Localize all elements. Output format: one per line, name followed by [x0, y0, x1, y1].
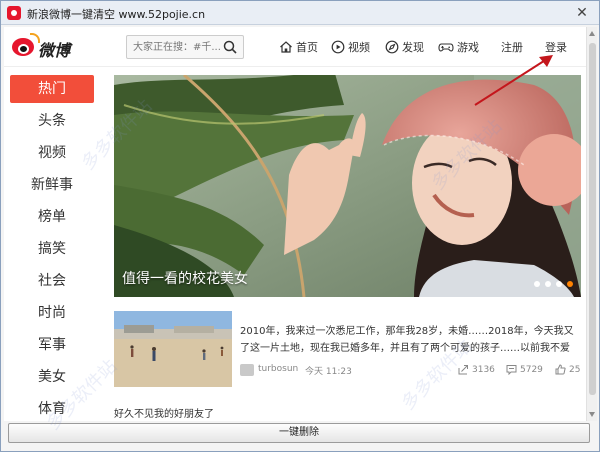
feed-item-text[interactable]: 好久不见我的好朋友了	[114, 405, 214, 420]
like-count: 25	[569, 364, 581, 375]
app-window: 新浪微博一键清空 www.52pojie.cn ✕ 微博 大家正在搜：#千...…	[0, 0, 600, 452]
comment-icon	[506, 365, 517, 375]
home-icon	[280, 41, 292, 53]
scroll-down-arrow-icon[interactable]	[589, 412, 595, 417]
search-icon[interactable]	[223, 40, 237, 54]
vertical-scrollbar[interactable]	[586, 27, 597, 421]
sidebar-item-rankings[interactable]: 榜单	[10, 203, 94, 231]
sidebar-item-fresh[interactable]: 新鲜事	[10, 171, 94, 199]
carousel-dot[interactable]	[556, 281, 562, 287]
nav-video-label: 视频	[348, 41, 370, 54]
title-bar: 新浪微博一键清空 www.52pojie.cn ✕	[1, 1, 599, 25]
window-title: 新浪微博一键清空 www.52pojie.cn	[27, 8, 206, 21]
carousel-dot[interactable]	[545, 281, 551, 287]
sidebar-item-video[interactable]: 视频	[10, 139, 94, 167]
nav-home[interactable]: 首页	[279, 38, 318, 56]
nav-discover[interactable]: 发现	[385, 38, 424, 56]
thumbs-up-icon	[555, 364, 566, 375]
author-name[interactable]: turbosun	[258, 364, 298, 374]
gamepad-icon	[438, 43, 454, 52]
sidebar-item-sports[interactable]: 体育	[10, 395, 94, 421]
carousel-dot[interactable]	[534, 281, 540, 287]
nav-video[interactable]: 视频	[331, 38, 370, 56]
carousel-dots	[534, 281, 573, 287]
scrollbar-thumb[interactable]	[589, 43, 596, 395]
sidebar-item-funny[interactable]: 搞笑	[10, 235, 94, 263]
like-button[interactable]: 25	[555, 364, 580, 375]
feed-item[interactable]: 2010年，我来过一次悉尼工作，那年我28岁，未婚……2018年，今天我又 了这…	[114, 311, 581, 391]
share-icon	[458, 365, 468, 375]
annotation-arrow-icon	[474, 55, 553, 106]
nav-discover-label: 发现	[402, 41, 424, 54]
beach-photo	[114, 311, 232, 387]
compass-icon	[385, 40, 399, 54]
sidebar-item-beauty[interactable]: 美女	[10, 363, 94, 391]
share-button[interactable]: 3136	[458, 364, 495, 375]
feed-meta: turbosun 今天 11:23 3136 5729 25	[240, 363, 580, 377]
category-sidebar: 热门 头条 视频 新鲜事 榜单 搞笑 社会 时尚 军事 美女 体育	[10, 75, 94, 421]
close-button[interactable]: ✕	[573, 4, 591, 22]
feed-text-line: 了这一片土地，现在我已婚多年，并且有了两个可爱的孩子……以前我不爱	[240, 343, 570, 354]
share-count: 3136	[472, 364, 495, 375]
sidebar-item-hot[interactable]: 热门	[10, 75, 94, 103]
avatar[interactable]	[240, 364, 254, 376]
weibo-app-icon	[7, 6, 21, 20]
delete-all-button[interactable]: 一键删除	[8, 423, 590, 443]
nav-home-label: 首页	[296, 41, 318, 54]
weibo-logo[interactable]: 微博	[12, 33, 82, 60]
sidebar-item-headlines[interactable]: 头条	[10, 107, 94, 135]
banner-caption: 值得一看的校花美女	[122, 271, 248, 287]
scroll-up-arrow-icon[interactable]	[589, 31, 595, 36]
post-time: 今天 11:23	[305, 367, 352, 377]
feed-post-text[interactable]: 2010年，我来过一次悉尼工作，那年我28岁，未婚……2018年，今天我又 了这…	[240, 323, 580, 357]
logo-text: 微博	[38, 41, 71, 60]
sidebar-item-fashion[interactable]: 时尚	[10, 299, 94, 327]
feed-text-line: 2010年，我来过一次悉尼工作，那年我28岁，未婚……2018年，今天我又	[240, 326, 574, 337]
video-play-icon	[331, 40, 345, 54]
feed-thumbnail[interactable]	[114, 311, 232, 387]
search-input[interactable]	[133, 40, 221, 55]
comment-button[interactable]: 5729	[506, 364, 543, 375]
carousel-dot-active[interactable]	[567, 281, 573, 287]
comment-count: 5729	[520, 364, 543, 375]
search-box	[126, 35, 244, 59]
sidebar-item-society[interactable]: 社会	[10, 267, 94, 295]
sidebar-item-military[interactable]: 军事	[10, 331, 94, 359]
